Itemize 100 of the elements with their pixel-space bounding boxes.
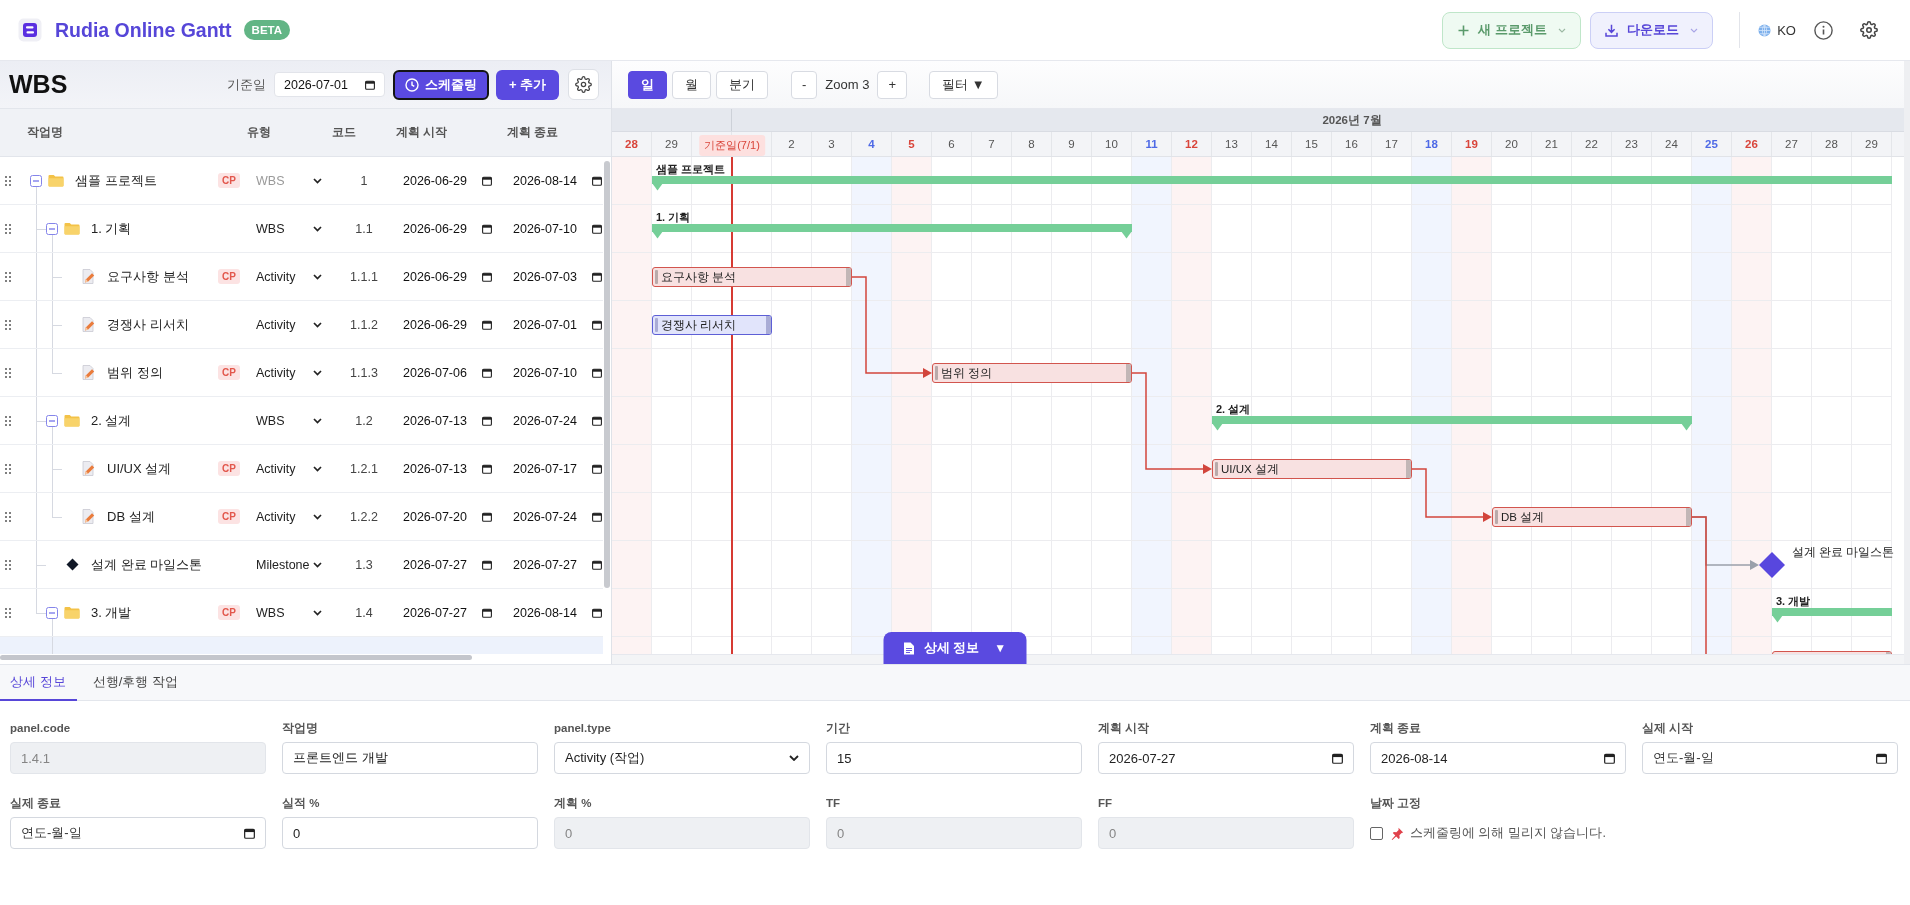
drag-handle-icon[interactable]	[5, 319, 11, 330]
task-row[interactable]: 설계 완료 마일스톤 Milestone 1.3 2026-07-27 2026-07-27	[0, 541, 603, 589]
drag-handle-icon[interactable]	[5, 463, 11, 474]
schedule-button[interactable]: 스케줄링	[393, 69, 489, 100]
type-select[interactable]: Activity	[256, 461, 322, 476]
scrollbar-thumb[interactable]	[604, 161, 610, 588]
type-select[interactable]: Activity	[256, 269, 322, 284]
text-field[interactable]: 프론트엔드 개발	[282, 742, 538, 774]
collapse-icon[interactable]	[46, 222, 58, 235]
drag-handle-icon[interactable]	[5, 559, 11, 570]
add-button[interactable]: + 추가	[496, 69, 559, 100]
start-date-field[interactable]: 2026-07-13	[403, 461, 492, 476]
start-date-field[interactable]: 2026-07-20	[403, 509, 492, 524]
start-date-field[interactable]: 2026-07-06	[403, 365, 492, 380]
type-select[interactable]: Activity	[256, 509, 322, 524]
download-button[interactable]: 다운로드	[1590, 11, 1714, 49]
language-button[interactable]: KO	[1758, 22, 1796, 38]
resize-handle[interactable]	[1495, 510, 1498, 524]
start-date-field[interactable]: 2026-07-13	[403, 413, 492, 428]
resize-handle[interactable]	[1686, 508, 1691, 526]
start-date-field[interactable]: 2026-06-29	[403, 317, 492, 332]
task-bar[interactable]: 경쟁사 리서치	[652, 315, 772, 335]
resize-handle[interactable]	[1406, 460, 1411, 478]
type-select[interactable]: WBS	[256, 221, 322, 236]
date-field[interactable]: 연도-월-일	[10, 817, 266, 849]
zoom-in-button[interactable]: +	[877, 70, 907, 99]
end-date-field[interactable]: 2026-07-27	[513, 557, 602, 572]
type-select[interactable]: Activity	[256, 365, 322, 380]
drag-handle-icon[interactable]	[5, 607, 11, 618]
settings-button[interactable]	[568, 69, 599, 100]
start-date-field[interactable]: 2026-06-29	[403, 269, 492, 284]
drag-handle-icon[interactable]	[5, 367, 11, 378]
start-date-field[interactable]: 2026-06-29	[403, 173, 492, 188]
task-row[interactable]: UI/UX 설계 CP Activity 1.2.1 2026-07-13 2026-07-17	[0, 445, 603, 493]
task-row[interactable]: 경쟁사 리서치 Activity 1.1.2 2026-06-29 2026-07-01	[0, 301, 603, 349]
summary-bar[interactable]	[652, 176, 1892, 191]
task-row[interactable]: 범위 정의 CP Activity 1.1.3 2026-07-06 2026-07-10	[0, 349, 603, 397]
collapse-icon[interactable]	[30, 174, 42, 187]
task-row[interactable]: 요구사항 분석 CP Activity 1.1.1 2026-06-29 2026-07-03	[0, 253, 603, 301]
resize-handle[interactable]	[1215, 462, 1218, 476]
end-date-field[interactable]: 2026-07-10	[513, 221, 602, 236]
start-date-field[interactable]: 2026-07-27	[403, 605, 492, 620]
type-select[interactable]: WBS	[256, 605, 322, 620]
task-row[interactable]: 2. 설계 WBS 1.2 2026-07-13 2026-07-24	[0, 397, 603, 445]
drag-handle-icon[interactable]	[5, 271, 11, 282]
collapse-icon[interactable]	[46, 414, 58, 427]
milestone-marker[interactable]	[1759, 552, 1785, 578]
text-field[interactable]: 0	[282, 817, 538, 849]
resize-handle[interactable]	[655, 318, 658, 332]
zoom-out-button[interactable]: -	[791, 70, 818, 99]
select-field[interactable]: Activity (작업)	[554, 742, 810, 774]
detail-panel-toggle[interactable]: 상세 정보 ▼	[883, 632, 1027, 664]
baseline-date-field[interactable]: 2026-07-01	[274, 72, 385, 97]
collapse-icon[interactable]	[46, 606, 58, 619]
drag-handle-icon[interactable]	[5, 175, 11, 186]
resize-handle[interactable]	[655, 270, 658, 284]
info-icon[interactable]	[1814, 20, 1833, 40]
start-date-field[interactable]: 2026-06-29	[403, 221, 492, 236]
end-date-field[interactable]: 2026-07-24	[513, 413, 602, 428]
end-date-field[interactable]: 2026-07-24	[513, 509, 602, 524]
resize-handle[interactable]	[846, 268, 851, 286]
end-date-field[interactable]: 2026-07-10	[513, 365, 602, 380]
date-field[interactable]: 2026-07-27	[1098, 742, 1354, 774]
type-select[interactable]: Activity	[256, 317, 322, 332]
summary-bar[interactable]	[652, 224, 1132, 239]
task-row[interactable]: DB 설계 CP Activity 1.2.2 2026-07-20 2026-07-24	[0, 493, 603, 541]
summary-bar[interactable]	[1772, 608, 1892, 623]
drag-handle-icon[interactable]	[5, 511, 11, 522]
view-tab[interactable]: 분기	[716, 70, 768, 99]
end-date-field[interactable]: 2026-08-14	[513, 605, 602, 620]
view-tab[interactable]: 월	[672, 70, 711, 99]
scrollbar-thumb[interactable]	[0, 655, 472, 660]
resize-handle[interactable]	[935, 366, 938, 380]
drag-handle-icon[interactable]	[5, 223, 11, 234]
task-bar[interactable]: 범위 정의	[932, 363, 1132, 383]
task-bar[interactable]: UI/UX 설계	[1212, 459, 1412, 479]
start-date-field[interactable]: 2026-07-27	[403, 557, 492, 572]
end-date-field[interactable]: 2026-07-03	[513, 269, 602, 284]
date-field[interactable]: 연도-월-일	[1642, 742, 1898, 774]
task-bar[interactable]: DB 설계	[1492, 507, 1692, 527]
summary-bar[interactable]	[1212, 416, 1692, 431]
checkbox[interactable]	[1370, 826, 1383, 840]
detail-tab[interactable]: 상세 정보	[0, 665, 77, 701]
task-row[interactable]: 1. 기획 WBS 1.1 2026-06-29 2026-07-10	[0, 205, 603, 253]
date-field[interactable]: 2026-08-14	[1370, 742, 1626, 774]
type-select[interactable]: WBS	[256, 413, 322, 428]
task-bar[interactable]: 요구사항 분석	[652, 267, 852, 287]
text-field[interactable]: 15	[826, 742, 1082, 774]
task-row[interactable]: 샘플 프로젝트 CP WBS 1 2026-06-29 2026-08-14	[0, 157, 603, 205]
resize-handle[interactable]	[766, 316, 771, 334]
end-date-field[interactable]: 2026-08-14	[513, 173, 602, 188]
filter-button[interactable]: 필터 ▼	[929, 70, 998, 99]
detail-tab[interactable]: 선행/후행 작업	[76, 665, 194, 701]
end-date-field[interactable]: 2026-07-17	[513, 461, 602, 476]
settings-icon[interactable]	[1860, 21, 1878, 39]
resize-handle[interactable]	[1126, 364, 1131, 382]
drag-handle-icon[interactable]	[5, 415, 11, 426]
type-select[interactable]: Milestone	[256, 557, 322, 572]
view-tab[interactable]: 일	[628, 70, 667, 99]
end-date-field[interactable]: 2026-07-01	[513, 317, 602, 332]
